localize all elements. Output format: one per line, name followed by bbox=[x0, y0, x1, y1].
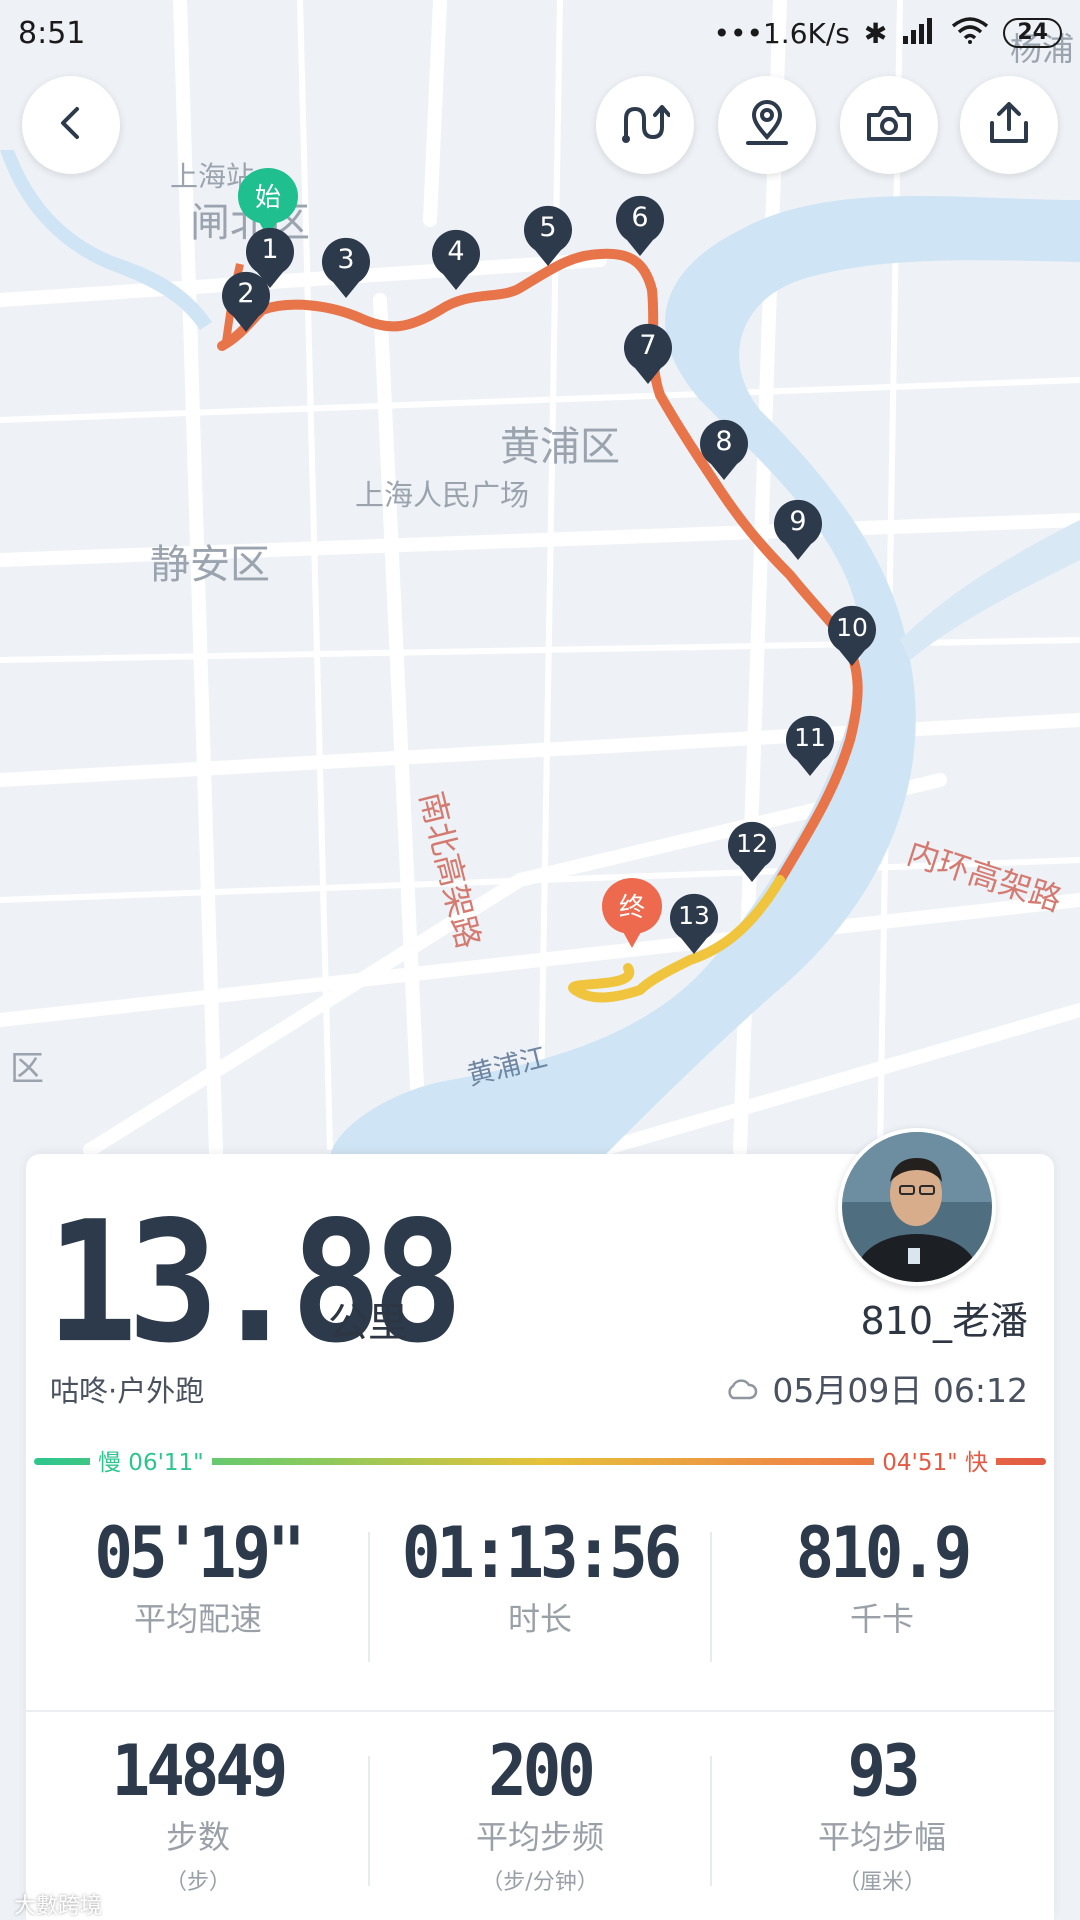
stat-label: 平均配速 bbox=[133, 1600, 262, 1638]
wifi-icon bbox=[951, 16, 989, 51]
km-marker-label: 6 bbox=[631, 202, 648, 233]
pace-slow-label: 慢 06'11" bbox=[90, 1443, 212, 1477]
stats-vdivider bbox=[710, 1532, 712, 1662]
distance-value: 13.88 bbox=[46, 1185, 464, 1380]
end-pin-label: 终 bbox=[619, 893, 645, 923]
stat-unit: （步/分钟） bbox=[481, 1870, 599, 1895]
stat-label: 步数 bbox=[165, 1818, 230, 1856]
map-label-jingan: 静安区 bbox=[150, 542, 270, 588]
camera-icon bbox=[865, 103, 913, 147]
map-label-peoples-square: 上海人民广场 bbox=[355, 478, 529, 512]
network-speed: •••1.6K/s bbox=[713, 16, 850, 50]
stat-stride: 93 平均步幅 （厘米） bbox=[710, 1732, 1054, 1896]
activity-datetime: 05月09日 06:12 bbox=[724, 1364, 1028, 1412]
stat-steps: 14849 步数 （步） bbox=[26, 1732, 370, 1896]
stats-vdivider bbox=[710, 1756, 712, 1886]
back-icon bbox=[51, 103, 91, 147]
distance-unit: 公里 bbox=[328, 1300, 408, 1346]
route-toggle-button[interactable] bbox=[596, 76, 694, 174]
km-marker-label: 7 bbox=[639, 330, 656, 361]
location-button[interactable] bbox=[718, 76, 816, 174]
activity-type: 咕咚·户外跑 bbox=[50, 1374, 205, 1408]
km-marker-label: 10 bbox=[836, 613, 868, 642]
km-marker-label: 1 bbox=[261, 234, 278, 265]
map-label-edge-left: 区 bbox=[10, 1049, 44, 1089]
signal-icon bbox=[901, 16, 937, 51]
stat-value: 14849 bbox=[111, 1731, 289, 1813]
stat-value: 200 bbox=[488, 1731, 596, 1813]
avatar[interactable] bbox=[838, 1128, 996, 1286]
cloud-icon bbox=[724, 1369, 758, 1408]
watermark: 大數跨境 bbox=[14, 1894, 103, 1919]
share-button[interactable] bbox=[960, 76, 1058, 174]
km-marker-label: 2 bbox=[237, 278, 254, 309]
date-text: 05月09日 06:12 bbox=[772, 1371, 1028, 1410]
stat-cadence: 200 平均步频 （步/分钟） bbox=[368, 1732, 712, 1896]
camera-button[interactable] bbox=[840, 76, 938, 174]
status-time: 8:51 bbox=[18, 15, 86, 51]
location-pin-icon bbox=[744, 99, 790, 151]
stats-vdivider bbox=[368, 1756, 370, 1886]
route-toggle-icon bbox=[620, 101, 671, 149]
stat-value: 05'19" bbox=[94, 1513, 305, 1595]
pace-fast-label: 04'51" 快 bbox=[874, 1443, 996, 1477]
km-marker-label: 13 bbox=[678, 901, 710, 930]
start-pin-label: 始 bbox=[255, 183, 281, 213]
stat-value: 93 bbox=[847, 1731, 920, 1813]
stat-calories: 810.9 千卡 bbox=[710, 1514, 1054, 1640]
km-marker-label: 8 bbox=[715, 426, 732, 457]
share-icon bbox=[986, 101, 1032, 149]
km-marker-label: 3 bbox=[337, 244, 354, 275]
back-button[interactable] bbox=[22, 76, 120, 174]
battery-icon: 24 bbox=[1003, 18, 1062, 48]
stat-label: 平均步频 bbox=[475, 1818, 604, 1856]
stat-value: 01:13:56 bbox=[401, 1513, 682, 1595]
km-marker-label: 4 bbox=[447, 236, 464, 267]
bluetooth-icon: ✱ bbox=[863, 16, 888, 50]
stat-avg-pace: 05'19" 平均配速 bbox=[26, 1514, 370, 1640]
km-marker-label: 5 bbox=[539, 212, 556, 243]
map-label-huangpu: 黄浦区 bbox=[500, 424, 620, 470]
stats-divider bbox=[26, 1710, 1054, 1712]
stat-value: 810.9 bbox=[795, 1513, 973, 1595]
km-marker-label: 12 bbox=[736, 829, 768, 858]
status-bar: 8:51 •••1.6K/s ✱ 24 bbox=[0, 0, 1080, 66]
km-marker-label: 11 bbox=[794, 723, 826, 752]
pace-bar: 慢 06'11" 04'51" 快 bbox=[34, 1443, 1046, 1477]
stat-duration: 01:13:56 时长 bbox=[368, 1514, 712, 1640]
stat-label: 时长 bbox=[507, 1600, 572, 1638]
km-marker-label: 9 bbox=[789, 506, 806, 537]
stats-vdivider bbox=[368, 1532, 370, 1662]
stat-label: 平均步幅 bbox=[817, 1818, 946, 1856]
stat-label: 千卡 bbox=[849, 1600, 914, 1638]
username[interactable]: 810_老潘 bbox=[860, 1290, 1028, 1345]
stat-unit: （厘米） bbox=[837, 1870, 926, 1895]
